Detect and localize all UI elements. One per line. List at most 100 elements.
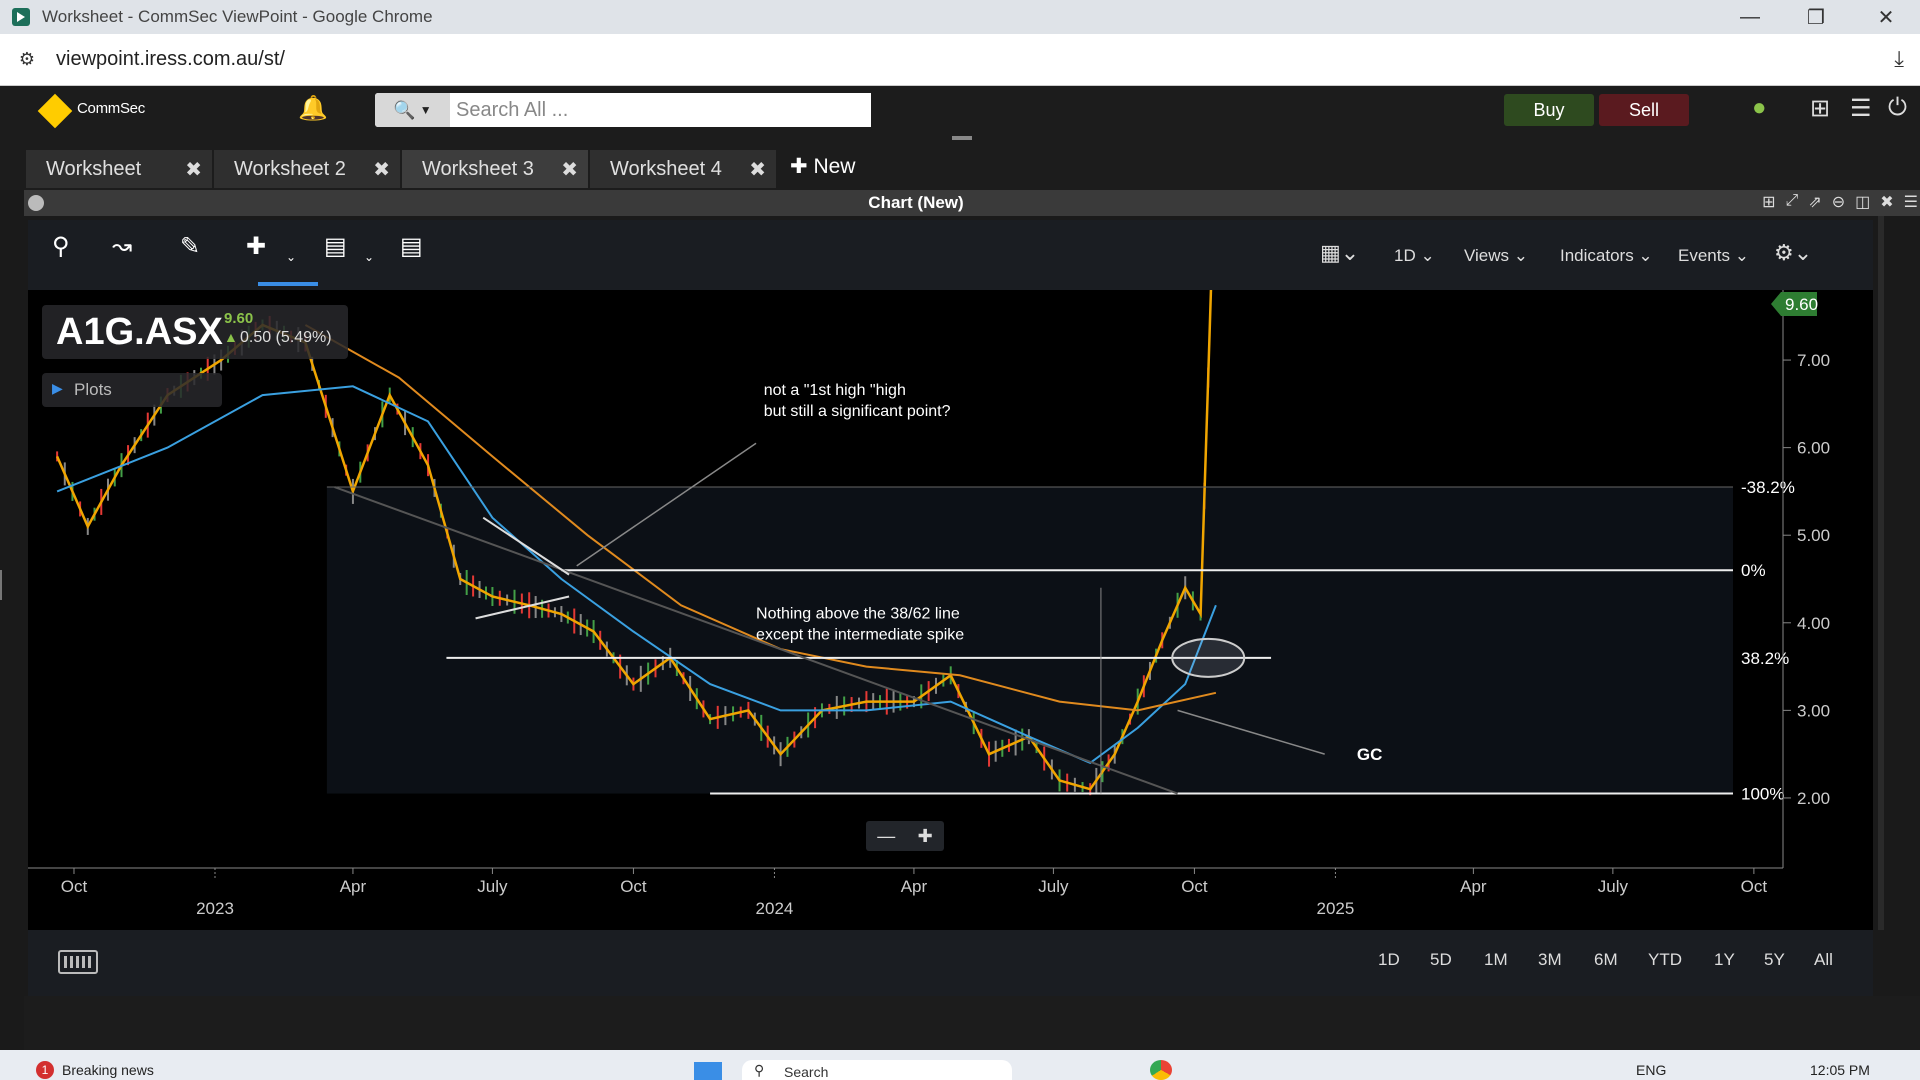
range-5y-button[interactable]: 5Y — [1764, 950, 1785, 970]
lightbulb-icon[interactable]: ● — [1752, 94, 1767, 122]
fib-level-label: 0% — [1741, 561, 1766, 580]
tab-label: Worksheet 2 — [234, 157, 346, 180]
close-tab-icon[interactable]: ✖ — [561, 157, 578, 182]
close-tab-icon[interactable]: ✖ — [185, 157, 202, 182]
close-tab-icon[interactable]: ✖ — [373, 157, 390, 182]
panel-resize-grip-icon[interactable] — [952, 136, 972, 140]
crosshair-icon[interactable]: ✚ — [246, 232, 266, 261]
zoom-controls: — ✚ — [866, 821, 944, 851]
menu-icon[interactable]: ☰ — [1850, 94, 1872, 123]
x-month-label: Oct — [61, 877, 88, 896]
add-icon[interactable]: ⊞ — [1762, 192, 1775, 212]
left-resize-handle[interactable] — [0, 570, 6, 600]
notification-bell-icon[interactable]: 🔔 — [298, 94, 328, 123]
split-icon[interactable]: ◫ — [1855, 192, 1870, 212]
close-panel-icon[interactable]: ✖ — [1880, 192, 1893, 212]
chrome-taskbar-icon[interactable] — [1150, 1060, 1172, 1080]
windows-start-icon[interactable] — [694, 1062, 722, 1080]
chart-type-candles-icon[interactable]: ▦⌄ — [1320, 240, 1359, 266]
zoom-out-icon[interactable]: — — [877, 826, 895, 847]
annotation-gc-label: GC — [1357, 745, 1383, 764]
news-badge: 1 — [36, 1061, 54, 1079]
price-chart[interactable]: -38.2% 0% 38.2% 100% 2.00 3.00 4.00 5.00 6.00 7.… — [28, 132, 1873, 930]
tab-worksheet-4[interactable]: Worksheet 4 ✖ — [590, 150, 776, 188]
active-tool-indicator — [258, 282, 318, 286]
zoom-search-icon[interactable]: ⚲ — [52, 232, 70, 261]
indicators-label: Indicators — [1560, 246, 1634, 265]
range-5d-button[interactable]: 5D — [1430, 950, 1452, 970]
expand-icon[interactable]: ⤢ — [1786, 192, 1799, 212]
app-favicon-icon — [12, 8, 30, 26]
indicators-dropdown[interactable]: Indicators ⌄ — [1560, 246, 1653, 266]
download-icon[interactable]: ⤓ — [1894, 46, 1904, 72]
chevron-down-icon: ▼ — [419, 103, 432, 117]
fib-level-label: -38.2% — [1741, 478, 1795, 497]
worksheet-tabs: Worksheet ✖ Worksheet 2 ✖ Worksheet 3 ✖ … — [0, 146, 1920, 190]
chart-svg[interactable]: -38.2% 0% 38.2% 100% 2.00 3.00 4.00 5.00 6.00 7.… — [28, 132, 1873, 930]
add-panel-icon[interactable]: ⊞ — [1810, 94, 1830, 123]
vertical-scrollbar[interactable] — [1878, 216, 1884, 930]
events-dropdown[interactable]: Events ⌄ — [1678, 246, 1749, 266]
tab-label: Worksheet 3 — [422, 157, 534, 180]
language-indicator[interactable]: ENG — [1636, 1062, 1666, 1078]
fib-zone-fill — [326, 487, 1733, 794]
y-tick-label: 4.00 — [1797, 614, 1830, 633]
views-label: Views — [1464, 246, 1510, 265]
symbol-price: 9.60 — [224, 310, 254, 327]
range-1d-button[interactable]: 1D — [1378, 950, 1400, 970]
address-bar[interactable]: ⚙ viewpoint.iress.com.au/st/ ⤓ — [0, 34, 1920, 86]
news-widget[interactable]: Breaking news — [62, 1062, 154, 1078]
comment-icon[interactable]: ▤ — [324, 232, 347, 261]
tab-label: Worksheet — [46, 157, 142, 180]
window-title: Worksheet - CommSec ViewPoint - Google C… — [42, 7, 433, 26]
search-input[interactable] — [450, 93, 871, 127]
search-type-button[interactable]: 🔍 ▼ — [375, 93, 450, 127]
close-window-icon[interactable]: ✕ — [1856, 0, 1916, 34]
buy-button[interactable]: Buy — [1504, 94, 1594, 126]
range-6m-button[interactable]: 6M — [1594, 950, 1618, 970]
draw-pencil-icon[interactable]: ✎ — [180, 232, 200, 261]
range-3m-button[interactable]: 3M — [1538, 950, 1562, 970]
url-text[interactable]: viewpoint.iress.com.au/st/ — [56, 48, 285, 71]
clock[interactable]: 12:05 PM — [1810, 1062, 1870, 1078]
sell-button[interactable]: Sell — [1599, 94, 1689, 126]
keyboard-icon[interactable] — [58, 950, 98, 974]
tab-worksheet-3[interactable]: Worksheet 3 ✖ — [402, 150, 588, 188]
new-tab-label: New — [813, 155, 856, 178]
x-year-label: 2025 — [1317, 899, 1355, 918]
popout-icon[interactable]: ⇗ — [1808, 192, 1821, 212]
new-tab-button[interactable]: ✚ New — [790, 154, 855, 179]
range-all-button[interactable]: All — [1814, 950, 1833, 970]
annotation-text: except the intermediate spike — [756, 626, 964, 643]
tab-worksheet[interactable]: Worksheet ✖ — [26, 150, 212, 188]
minimize-panel-icon[interactable]: ⊖ — [1832, 192, 1845, 212]
panel-menu-icon[interactable]: ☰ — [1904, 192, 1918, 212]
play-triangle-icon: ▶ — [52, 380, 63, 396]
views-dropdown[interactable]: Views ⌄ — [1464, 246, 1528, 266]
y-tick-label: 5.00 — [1797, 526, 1830, 545]
comment-chevron-icon[interactable]: ⌄ — [364, 250, 374, 264]
x-year-label: 2023 — [196, 899, 234, 918]
table-icon[interactable]: ▤ — [400, 232, 423, 261]
zoom-in-icon[interactable]: ✚ — [918, 826, 933, 847]
range-1m-button[interactable]: 1M — [1484, 950, 1508, 970]
symbol-change: 0.50 (5.49%) — [240, 329, 332, 346]
settings-gear-icon[interactable]: ⚙⌄ — [1774, 240, 1812, 266]
taskbar-search[interactable]: ⚲ Search — [742, 1060, 1012, 1080]
tab-label: Worksheet 4 — [610, 157, 722, 180]
range-ytd-button[interactable]: YTD — [1648, 950, 1682, 970]
last-price-label: 9.60 — [1785, 295, 1818, 314]
studies-icon[interactable]: ↝ — [112, 232, 132, 261]
interval-dropdown[interactable]: 1D ⌄ — [1394, 246, 1435, 266]
app-header: CommSec 🔔 🔍▼ Buy Sell ● ⊞ ☰ ⏻ — [0, 86, 1920, 146]
range-1y-button[interactable]: 1Y — [1714, 950, 1735, 970]
close-tab-icon[interactable]: ✖ — [749, 157, 766, 182]
tab-worksheet-2[interactable]: Worksheet 2 ✖ — [214, 150, 400, 188]
restore-icon[interactable]: ❐ — [1786, 0, 1846, 34]
site-settings-icon[interactable]: ⚙ — [14, 47, 40, 73]
crosshair-chevron-icon[interactable]: ⌄ — [286, 250, 296, 264]
power-icon[interactable]: ⏻ — [1888, 94, 1907, 122]
plots-toggle[interactable]: ▶ Plots — [42, 373, 222, 407]
browser-title-bar: Worksheet - CommSec ViewPoint - Google C… — [0, 0, 1920, 34]
minimize-icon[interactable]: — — [1720, 0, 1780, 34]
